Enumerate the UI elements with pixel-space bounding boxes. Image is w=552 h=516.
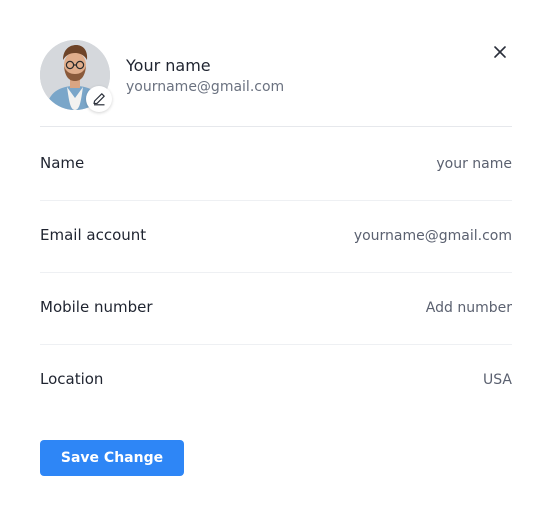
close-button[interactable] bbox=[492, 44, 508, 60]
add-number-link[interactable]: Add number bbox=[426, 300, 512, 316]
save-change-button[interactable]: Save Change bbox=[40, 440, 184, 476]
profile-email: yourname@gmail.com bbox=[126, 79, 285, 95]
field-value[interactable]: USA bbox=[483, 372, 512, 388]
profile-name: Your name bbox=[126, 56, 211, 75]
profile-card: Your name yourname@gmail.com Name your n… bbox=[0, 0, 552, 516]
pencil-icon bbox=[93, 93, 105, 106]
field-row-name[interactable]: Name your name bbox=[40, 128, 512, 201]
field-label: Mobile number bbox=[40, 298, 153, 316]
field-label: Location bbox=[40, 370, 104, 388]
field-row-location[interactable]: Location USA bbox=[40, 344, 512, 416]
field-label: Name bbox=[40, 154, 85, 172]
field-value[interactable]: your name bbox=[436, 156, 512, 172]
field-label: Email account bbox=[40, 226, 147, 244]
edit-avatar-button[interactable] bbox=[86, 86, 112, 112]
profile-header: Your name yourname@gmail.com bbox=[40, 40, 512, 127]
field-row-email[interactable]: Email account yourname@gmail.com bbox=[40, 200, 512, 273]
avatar-container bbox=[40, 40, 112, 112]
field-value[interactable]: yourname@gmail.com bbox=[354, 228, 512, 244]
close-icon bbox=[494, 46, 506, 58]
field-row-mobile[interactable]: Mobile number Add number bbox=[40, 272, 512, 345]
